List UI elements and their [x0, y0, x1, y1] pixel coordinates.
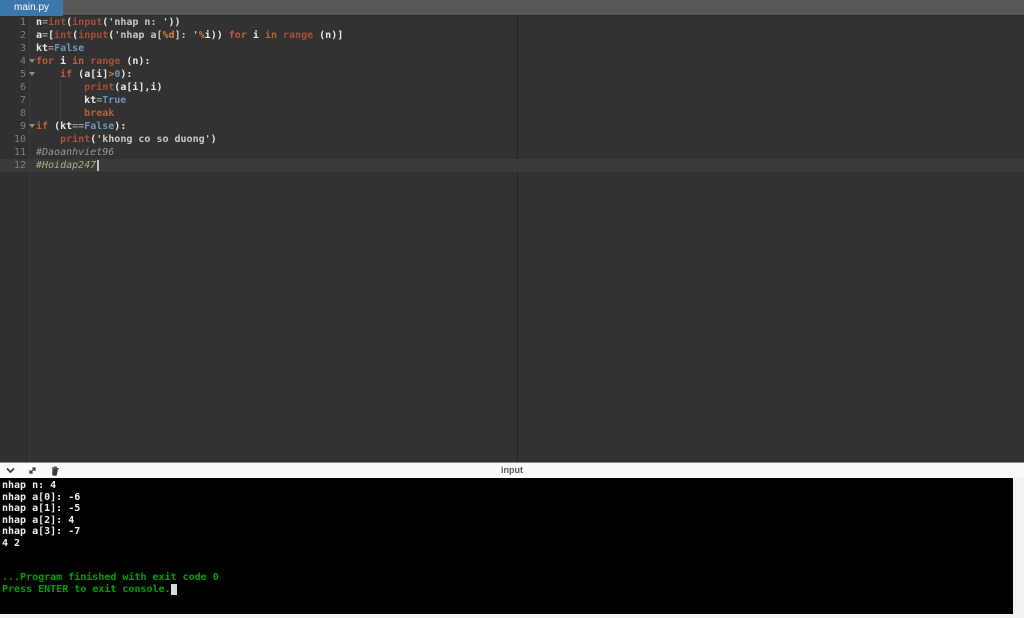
code-token: == [72, 121, 85, 132]
code-line[interactable]: 2 a=[int(input('nhap a[%d]: '%i)) for i i… [0, 29, 1024, 42]
code-token: %d [162, 30, 175, 41]
code-token: range [90, 56, 121, 67]
code-token: int [48, 17, 67, 28]
console-toolbar-icons [4, 463, 61, 478]
console-toolbar: input [0, 462, 1024, 478]
code-token: kt [36, 43, 49, 54]
code-token: )] [331, 30, 344, 41]
code-token: print [60, 134, 91, 145]
code-area[interactable]: 1 n=int(input('nhap n: ')) 2 a=[int(input('… [0, 16, 1024, 172]
line-number: 5 [19, 69, 26, 80]
code-token: input [72, 17, 103, 28]
code-token: )) [168, 17, 181, 28]
indent-guide [60, 94, 61, 107]
fold-arrow-icon[interactable] [26, 68, 36, 81]
code-token: for [228, 30, 247, 41]
fold-arrow-icon[interactable] [26, 55, 36, 68]
code-token: False [84, 121, 115, 132]
line-number: 12 [13, 160, 26, 171]
code-token: ( [120, 56, 133, 67]
code-token: #Daoanhviet96 [36, 147, 115, 158]
code-line[interactable]: 9 if (kt==False): [0, 120, 1024, 133]
code-token: 'khong co so duong' [96, 134, 211, 145]
indent-guide [60, 81, 61, 94]
console-panel: input nhap n: 4 nhap a[0]: -6 nhap a[1]: -… [0, 462, 1024, 618]
console-line: Press ENTER to exit console. [2, 584, 1013, 595]
code-token: ], [138, 82, 151, 93]
code-token: kt [84, 95, 97, 106]
code-token: for [36, 56, 55, 67]
code-line[interactable]: 5 if (a[i]>0): [0, 68, 1024, 81]
code-line[interactable]: 10 print('khong co so duong') [0, 133, 1024, 146]
text-caret [97, 160, 100, 171]
code-token: range [283, 30, 314, 41]
line-number: 3 [19, 43, 26, 54]
console-title: input [501, 465, 523, 475]
code-line[interactable]: 1 n=int(input('nhap n: ')) [0, 16, 1024, 29]
console-line: nhap a[1]: -5 [2, 503, 81, 514]
tab-main-py[interactable]: main.py [0, 0, 64, 16]
expand-icon[interactable] [26, 465, 39, 477]
code-line[interactable]: 11 #Daoanhviet96 [0, 146, 1024, 159]
indent-guide [60, 107, 61, 120]
code-token: in [264, 30, 277, 41]
code-token: True [102, 95, 127, 106]
code-editor[interactable]: 1 n=int(input('nhap n: ')) 2 a=[int(input('… [0, 16, 1024, 462]
console-output[interactable]: nhap n: 4 nhap a[0]: -6 nhap a[1]: -5 nhap … [0, 478, 1013, 614]
code-token: break [84, 108, 115, 119]
code-token: ( [72, 69, 85, 80]
code-token: if [60, 69, 73, 80]
code-token: ) [210, 134, 217, 145]
tab-bar: main.py [0, 0, 1024, 16]
code-token: int [54, 30, 73, 41]
code-token: False [54, 43, 85, 54]
code-token: 'nhap a[ [114, 30, 163, 41]
console-line: nhap a[2]: 4 [2, 514, 75, 526]
code-token: print [84, 82, 115, 93]
code-line[interactable]: 6 print(a[i],i) [0, 81, 1024, 94]
line-number: 1 [19, 17, 26, 28]
console-line: ...Program finished with exit code 0 [2, 572, 219, 583]
line-number: 6 [19, 82, 26, 93]
code-token: input [78, 30, 109, 41]
line-number: 10 [13, 134, 26, 145]
console-line: nhap a[0]: -6 [2, 491, 81, 503]
console-line: 4 2 [2, 537, 21, 549]
console-line: nhap n: 4 [2, 480, 57, 491]
console-line: nhap a[3]: -7 [2, 526, 81, 537]
code-token: 'nhap n: ' [108, 17, 169, 28]
code-line[interactable]: 12 #Hoidap247 [0, 159, 1024, 172]
code-line[interactable]: 3 kt=False [0, 42, 1024, 55]
code-token: ): [120, 69, 133, 80]
code-line[interactable]: 8 break [0, 107, 1024, 120]
tab-label: main.py [14, 2, 50, 13]
line-number: 9 [19, 121, 26, 132]
code-token: in [72, 56, 85, 67]
fold-arrow-icon[interactable] [26, 120, 36, 133]
code-token: ): [138, 56, 151, 67]
code-token: if [36, 121, 49, 132]
code-token: ]: ' [174, 30, 199, 41]
line-number: 8 [19, 108, 26, 119]
code-token: )) [210, 30, 223, 41]
line-number: 7 [19, 95, 26, 106]
code-line[interactable]: 4 for i in range (n): [0, 55, 1024, 68]
code-token: ( [313, 30, 326, 41]
line-number: 4 [19, 56, 26, 67]
line-number: 11 [13, 147, 26, 158]
code-token: kt [60, 121, 73, 132]
clear-console-icon[interactable] [48, 465, 61, 477]
line-number: 2 [19, 30, 26, 41]
chevron-down-icon[interactable] [4, 465, 17, 477]
code-token: ) [156, 82, 163, 93]
code-token: ): [114, 121, 127, 132]
code-line[interactable]: 7 kt=True [0, 94, 1024, 107]
code-token: ( [48, 121, 61, 132]
code-token: #Hoidap247 [36, 160, 97, 171]
console-cursor [170, 584, 177, 595]
